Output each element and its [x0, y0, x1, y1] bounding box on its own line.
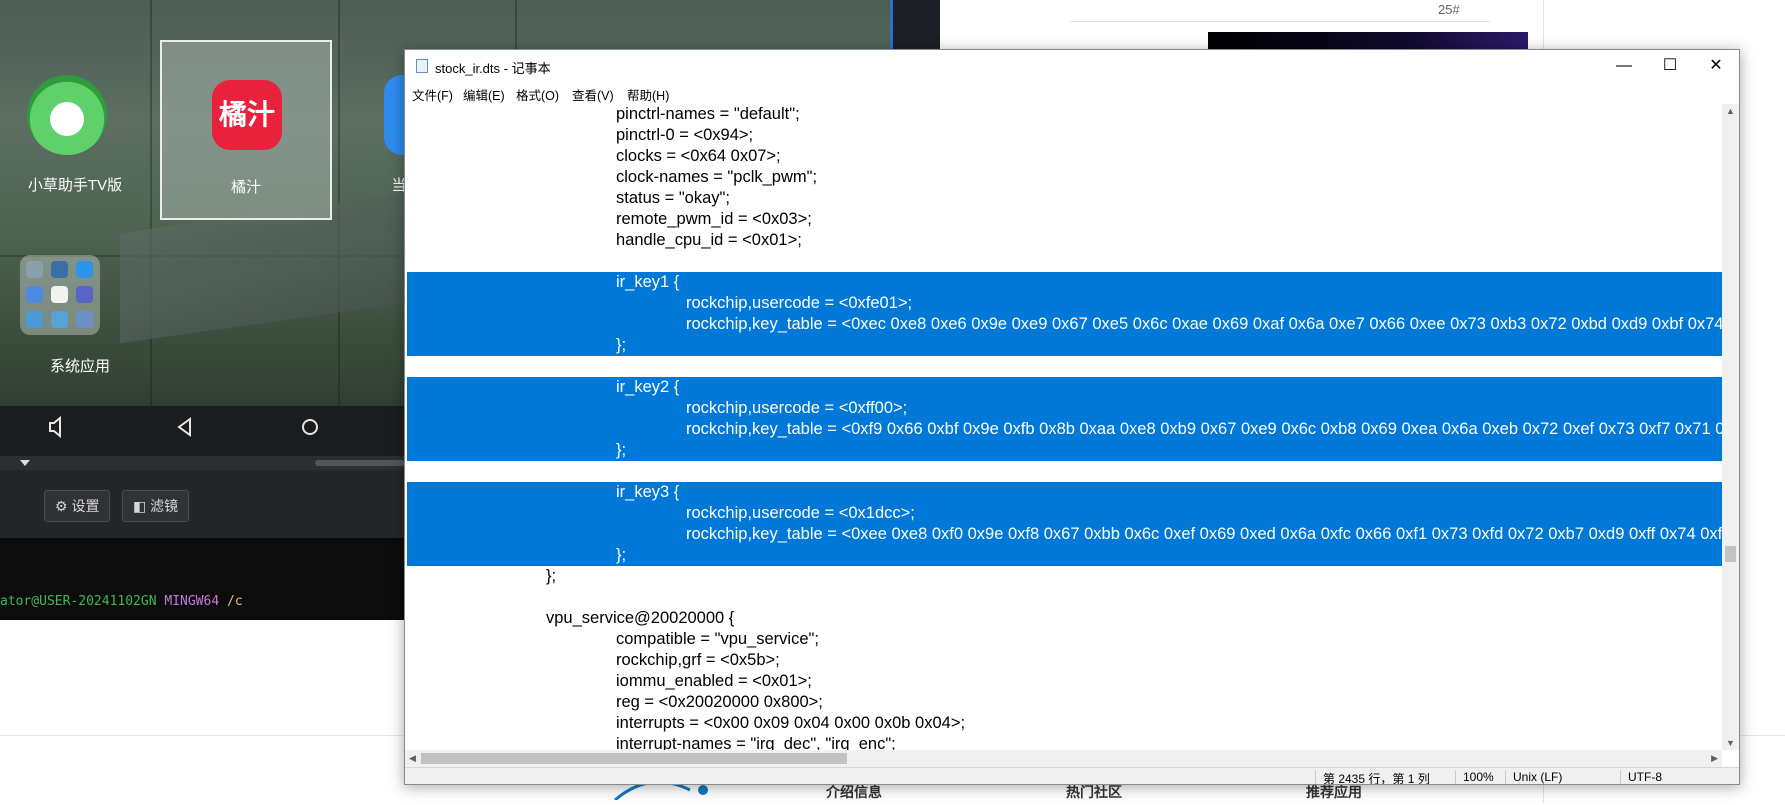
code-line[interactable]: clock-names = "pclk_pwm"; [616, 167, 817, 188]
home-mini-icon [26, 286, 43, 303]
footer-link-intro[interactable]: 介绍信息 [826, 782, 882, 802]
app-label: 小草助手TV版 [27, 177, 123, 194]
menu-help[interactable]: 帮助(H) [627, 85, 669, 104]
code-line[interactable]: compatible = "vpu_service"; [616, 629, 819, 650]
folder-grid-icon [20, 255, 100, 335]
code-line[interactable]: rockchip,usercode = <0x1dcc>; [686, 503, 915, 524]
code-line[interactable]: rockchip,usercode = <0xff00>; [686, 398, 907, 419]
scroll-left-icon[interactable]: ◀ [409, 750, 416, 767]
button-label: 设置 [71, 498, 100, 514]
title-bar[interactable]: stock_ir.dts - 记事本 — ☐ ✕ [405, 50, 1739, 82]
scroll-right-icon[interactable]: ▶ [1711, 750, 1718, 767]
terminal-prompt: ator@USER-20241102GN MINGW64 /c [0, 594, 243, 609]
sprout-mascot-icon [27, 75, 107, 155]
code-line[interactable]: remote_pwm_id = <0x03>; [616, 209, 812, 230]
volume-icon[interactable] [48, 415, 66, 444]
code-line[interactable]: }; [616, 335, 626, 356]
back-triangle-icon[interactable] [176, 416, 194, 444]
code-line[interactable]: status = "okay"; [616, 188, 730, 209]
cursor-position: 第 2435 行，第 1 列 [1323, 772, 1430, 785]
home-circle-icon[interactable] [300, 416, 320, 444]
app-label: 橘汁 [230, 179, 261, 196]
browser-mini-icon [76, 286, 93, 303]
play-store-mini-icon [51, 286, 68, 303]
terminal-shell: MINGW64 [164, 594, 220, 609]
code-line[interactable]: rockchip,grf = <0x5b>; [616, 650, 780, 671]
code-line[interactable]: rockchip,key_table = <0xee 0xe8 0xf0 0x9… [686, 524, 1722, 545]
settings-mini-icon [26, 261, 43, 278]
menu-bar: 文件(F) 编辑(E) 格式(O) 查看(V) 帮助(H) [405, 82, 1739, 104]
code-line[interactable]: clocks = <0x64 0x07>; [616, 146, 781, 167]
code-line[interactable]: rockchip,usercode = <0xfe01>; [686, 293, 912, 314]
footer-link-community[interactable]: 热门社区 [1066, 782, 1122, 802]
notepad-app-icon [416, 59, 428, 73]
folder-system-apps[interactable]: 系统应用 [20, 255, 160, 385]
filter-button[interactable]: ◧ 滤镜 [122, 490, 190, 522]
share-mini-icon [51, 311, 68, 328]
terminal-user: ator@USER-20241102GN [0, 594, 157, 609]
code-line[interactable]: vpu_service@20020000 { [546, 608, 734, 629]
post-number: 25# [1438, 2, 1460, 17]
menu-format[interactable]: 格式(O) [516, 85, 559, 104]
line-ending: Unix (LF) [1513, 770, 1563, 784]
status-divider [1505, 770, 1506, 784]
menu-edit[interactable]: 编辑(E) [463, 85, 505, 104]
language-mini-icon [76, 311, 93, 328]
status-divider [1315, 770, 1316, 784]
app-tile-xiaocao[interactable]: 小草助手TV版 [10, 40, 140, 220]
divider [1070, 21, 1490, 22]
folder-label: 系统应用 [49, 358, 110, 375]
files-mini-icon [76, 261, 93, 278]
app-tile-juzhi-focused[interactable]: 橘汁 橘汁 [160, 40, 332, 220]
code-line[interactable]: iommu_enabled = <0x01>; [616, 671, 812, 692]
maximize-button[interactable]: ☐ [1647, 50, 1693, 82]
screen-mini-icon [51, 261, 68, 278]
code-line[interactable]: rockchip,key_table = <0xec 0xe8 0xe6 0x9… [686, 314, 1722, 335]
text-editor-area[interactable]: pinctrl-names = "default"; pinctrl-0 = <0… [405, 104, 1739, 750]
close-button[interactable]: ✕ [1693, 50, 1739, 82]
file-encoding: UTF-8 [1628, 770, 1662, 784]
horizontal-scroll-thumb[interactable] [421, 753, 847, 764]
code-content[interactable]: pinctrl-names = "default"; pinctrl-0 = <0… [407, 104, 1722, 750]
minimize-button[interactable]: — [1601, 50, 1647, 82]
code-line[interactable]: ir_key3 { [616, 482, 679, 503]
status-divider [1620, 770, 1621, 784]
code-line[interactable]: ir_key2 { [616, 377, 679, 398]
code-line[interactable]: }; [546, 566, 556, 587]
code-line[interactable]: handle_cpu_id = <0x01>; [616, 230, 802, 251]
code-line[interactable]: interrupt-names = "irq_dec", "irq_enc"; [616, 734, 896, 750]
button-label: 滤镜 [150, 498, 179, 514]
vertical-scroll-thumb[interactable] [1725, 546, 1736, 562]
code-line[interactable]: rockchip,key_table = <0xf9 0x66 0xbf 0x9… [686, 419, 1722, 440]
code-line[interactable]: }; [616, 440, 626, 461]
menu-view[interactable]: 查看(V) [572, 85, 614, 104]
scroll-down-icon[interactable]: ▼ [1722, 738, 1739, 748]
code-line[interactable]: pinctrl-0 = <0x94>; [616, 125, 753, 146]
code-line[interactable]: interrupts = <0x00 0x09 0x04 0x00 0x0b 0… [616, 713, 965, 734]
gear-icon: ⚙ [55, 498, 68, 514]
dropdown-arrow-icon[interactable] [20, 460, 30, 466]
scrub-handle[interactable] [315, 460, 405, 466]
horizontal-scrollbar[interactable]: ◀ ▶ [405, 750, 1722, 767]
notepad-window[interactable]: stock_ir.dts - 记事本 — ☐ ✕ 文件(F) 编辑(E) 格式(… [404, 49, 1740, 785]
scroll-up-icon[interactable]: ▲ [1722, 106, 1739, 116]
terminal-path: /c [227, 594, 243, 609]
juzhi-app-icon: 橘汁 [212, 80, 282, 150]
footer-link-recommended[interactable]: 推荐应用 [1306, 782, 1362, 802]
menu-file[interactable]: 文件(F) [412, 85, 453, 104]
status-divider [1455, 770, 1456, 784]
window-title: stock_ir.dts - 记事本 [435, 61, 551, 76]
filter-icon: ◧ [133, 498, 147, 514]
code-line[interactable]: }; [616, 545, 626, 566]
status-bar: 第 2435 行，第 1 列 100% Unix (LF) UTF-8 [405, 767, 1739, 785]
code-line[interactable]: ir_key1 { [616, 272, 679, 293]
code-line[interactable]: reg = <0x20020000 0x800>; [616, 692, 823, 713]
tv-mini-icon [26, 311, 43, 328]
zoom-level: 100% [1463, 770, 1494, 784]
settings-button[interactable]: ⚙ 设置 [44, 490, 111, 522]
vertical-scrollbar[interactable]: ▲ ▼ [1722, 104, 1739, 750]
code-line[interactable]: pinctrl-names = "default"; [616, 104, 800, 125]
